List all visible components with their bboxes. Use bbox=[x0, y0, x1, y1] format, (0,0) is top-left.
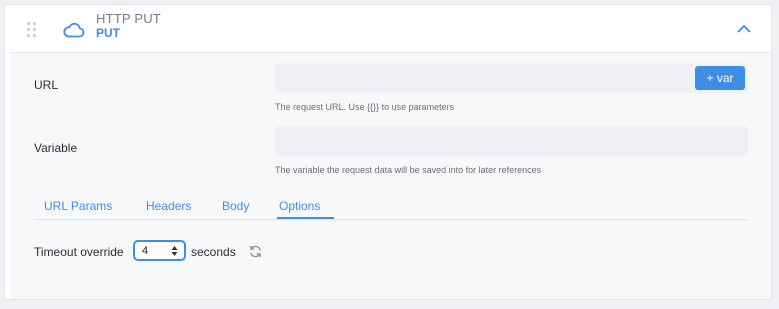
drag-handle-icon[interactable] bbox=[27, 22, 39, 38]
refresh-icon[interactable] bbox=[248, 244, 263, 259]
cloud-icon bbox=[63, 22, 85, 38]
http-step-card: HTTP PUT PUT URL + var The request URL. … bbox=[4, 4, 772, 300]
chevron-up-icon[interactable] bbox=[737, 23, 751, 33]
variable-label: Variable bbox=[34, 141, 78, 155]
variable-input[interactable] bbox=[275, 126, 748, 156]
step-method: PUT bbox=[96, 26, 120, 40]
tab-headers[interactable]: Headers bbox=[146, 199, 191, 213]
active-tab-indicator bbox=[277, 217, 334, 219]
url-input[interactable] bbox=[275, 63, 748, 93]
tab-options[interactable]: Options bbox=[279, 199, 320, 213]
tab-url-params[interactable]: URL Params bbox=[44, 199, 112, 213]
request-tabs: URL Params Headers Body Options bbox=[34, 192, 748, 220]
step-title: HTTP PUT bbox=[96, 11, 161, 26]
variable-help-text: The variable the request data will be sa… bbox=[275, 165, 542, 175]
timeout-stepper[interactable]: 4 bbox=[133, 240, 186, 261]
stepper-arrows-icon[interactable] bbox=[171, 245, 178, 257]
url-help-text: The request URL. Use {{}} to use paramet… bbox=[275, 102, 455, 112]
timeout-value: 4 bbox=[142, 245, 149, 257]
url-label: URL bbox=[34, 78, 59, 92]
step-header[interactable]: HTTP PUT PUT bbox=[11, 5, 771, 53]
add-var-button[interactable]: + var bbox=[695, 66, 745, 90]
tab-body[interactable]: Body bbox=[222, 199, 249, 213]
timeout-label: Timeout override bbox=[34, 245, 124, 259]
timeout-unit-label: seconds bbox=[191, 245, 236, 259]
step-body: URL + var The request URL. Use {{}} to u… bbox=[11, 53, 771, 299]
